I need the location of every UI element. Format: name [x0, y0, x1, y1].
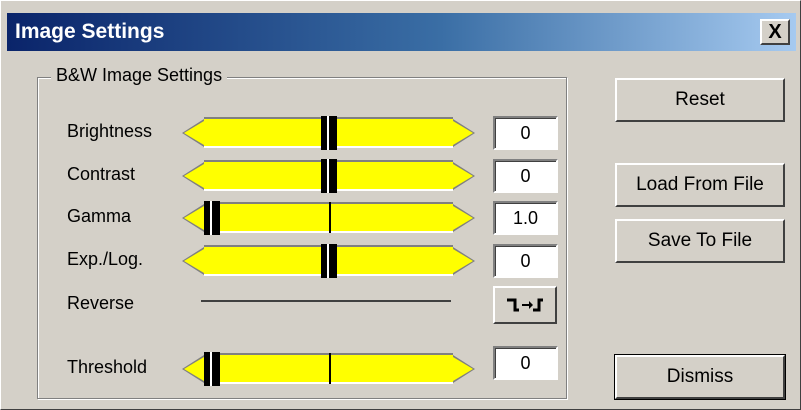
title-bar[interactable]: Image Settings X	[7, 13, 796, 51]
brightness-value-field[interactable]: 0	[493, 116, 558, 150]
save-to-file-button[interactable]: Save To File	[615, 219, 785, 263]
window-title: Image Settings	[15, 20, 165, 43]
threshold-label: Threshold	[67, 357, 148, 377]
reverse-label: Reverse	[67, 293, 135, 313]
slider-thumb[interactable]	[320, 116, 337, 150]
increase-arrow-icon[interactable]	[453, 206, 473, 230]
increase-arrow-icon[interactable]	[453, 164, 473, 188]
contrast-label: Contrast	[67, 164, 136, 184]
reverse-curve-line	[201, 300, 451, 302]
exp-log-slider[interactable]	[182, 243, 475, 279]
increase-arrow-icon[interactable]	[453, 121, 473, 145]
slider-center-mark	[329, 202, 331, 233]
contrast-slider[interactable]	[182, 158, 475, 194]
reset-button[interactable]: Reset	[615, 78, 785, 122]
group-label: B&W Image Settings	[51, 65, 228, 86]
close-button[interactable]: X	[760, 19, 790, 45]
slider-thumb[interactable]	[320, 159, 337, 193]
contrast-value-field[interactable]: 0	[493, 159, 558, 193]
exp-log-value-field[interactable]: 0	[493, 244, 558, 278]
brightness-label: Brightness	[67, 121, 153, 141]
reverse-button[interactable]	[493, 286, 557, 324]
brightness-slider[interactable]	[182, 115, 475, 151]
gamma-label: Gamma	[67, 206, 132, 226]
threshold-slider[interactable]	[182, 351, 475, 387]
increase-arrow-icon[interactable]	[453, 249, 473, 273]
increase-arrow-icon[interactable]	[453, 357, 473, 381]
gamma-value-field[interactable]: 1.0	[493, 201, 558, 235]
threshold-value-field[interactable]: 0	[493, 346, 558, 380]
load-from-file-button[interactable]: Load From File	[615, 163, 785, 207]
decrease-arrow-icon[interactable]	[184, 249, 204, 273]
slider-thumb[interactable]	[204, 201, 220, 235]
slider-thumb[interactable]	[320, 244, 337, 278]
slider-thumb[interactable]	[204, 352, 220, 386]
image-settings-dialog: Image Settings X B&W Image Settings Brig…	[0, 0, 801, 410]
decrease-arrow-icon[interactable]	[184, 206, 204, 230]
exp-log-label: Exp./Log.	[67, 249, 144, 269]
slider-center-mark	[329, 353, 331, 384]
reverse-curve-icon	[507, 298, 543, 312]
decrease-arrow-icon[interactable]	[184, 357, 204, 381]
dismiss-button[interactable]: Dismiss	[614, 354, 786, 400]
decrease-arrow-icon[interactable]	[184, 121, 204, 145]
gamma-slider[interactable]	[182, 200, 475, 236]
decrease-arrow-icon[interactable]	[184, 164, 204, 188]
